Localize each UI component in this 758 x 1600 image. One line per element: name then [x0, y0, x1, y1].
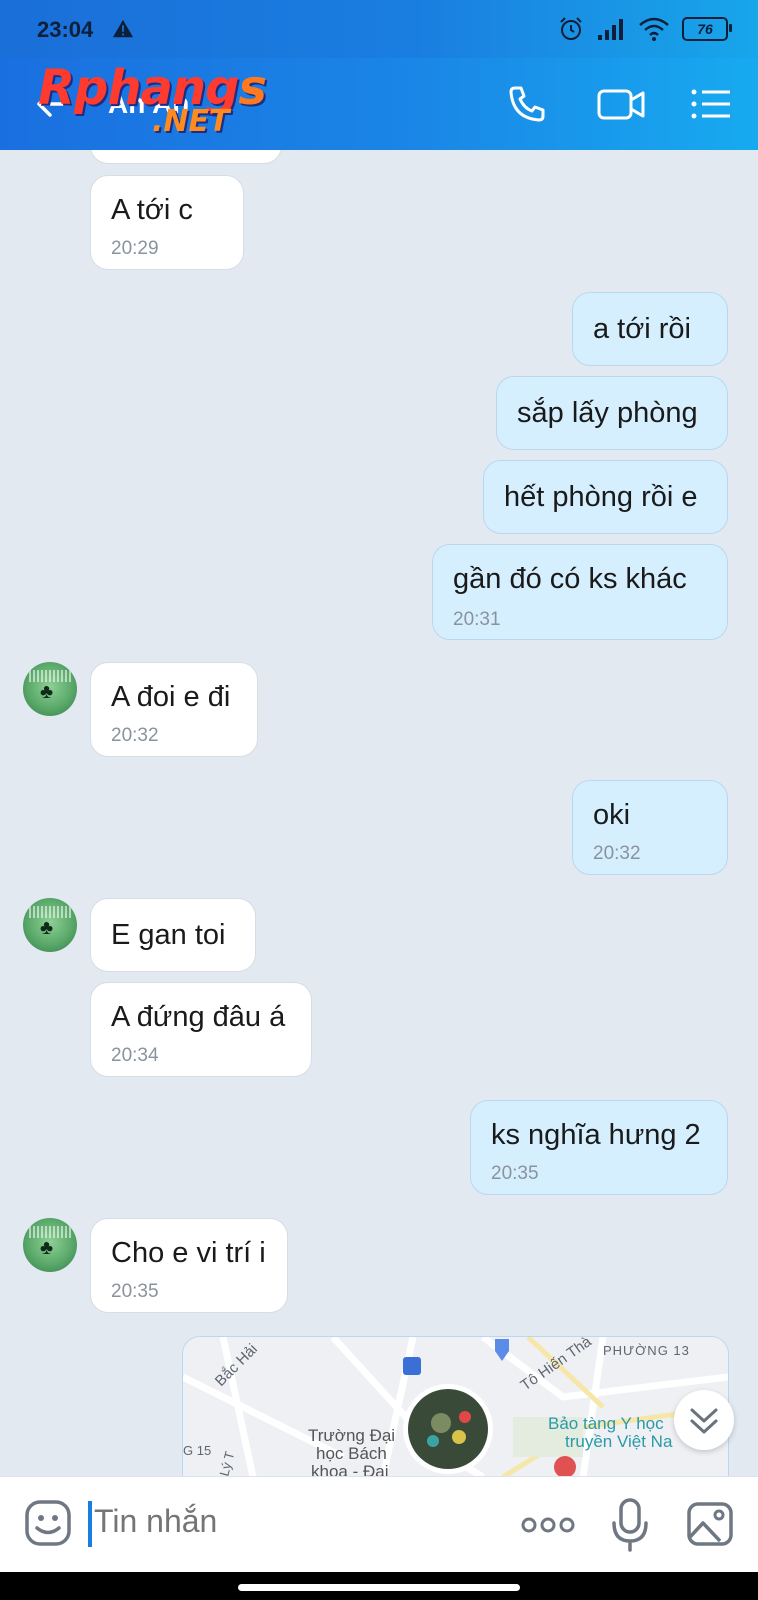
message-text: a tới rồi [593, 313, 691, 345]
message-bubble-outgoing[interactable]: gần đó có ks khác 20:31 [432, 544, 728, 640]
message-bubble-incoming[interactable]: A đoi e đi 20:32 [90, 662, 258, 757]
video-call-icon[interactable] [596, 82, 646, 126]
message-bubble-incoming[interactable]: A tới c 20:29 [90, 175, 244, 270]
message-bubble-outgoing[interactable]: a tới rồi [572, 292, 728, 366]
message-time: 20:35 [491, 1163, 539, 1184]
map-label: Trường Đại [308, 1426, 395, 1445]
system-nav-bar [0, 1572, 758, 1600]
message-time: 20:35 [111, 1281, 159, 1302]
status-bar: 23:04 76 [0, 0, 758, 58]
map-label: học Bách [316, 1444, 387, 1463]
message-input[interactable] [94, 1503, 474, 1540]
watermark-logo: Rphangs .NET [38, 60, 268, 140]
map-label: PHƯỜNG 13 [603, 1343, 690, 1358]
message-text: oki [593, 799, 631, 831]
message-text: E gan toi [111, 919, 226, 951]
message-text: ks nghĩa hưng 2 [491, 1119, 701, 1151]
message-time: 20:32 [593, 843, 641, 864]
status-icons: 76 [558, 14, 732, 44]
message-bubble-outgoing[interactable]: oki 20:32 [572, 780, 728, 875]
emoji-sticker-icon[interactable] [24, 1499, 72, 1547]
warning-icon [112, 19, 134, 38]
message-time: 20:34 [111, 1045, 159, 1066]
message-bubble-incoming[interactable]: Cho e vi trí i 20:35 [90, 1218, 288, 1313]
wifi-icon [639, 17, 669, 41]
map-label: khoa - Đại [311, 1462, 388, 1477]
message-bubble-incoming[interactable]: A đứng đâu á 20:34 [90, 982, 312, 1077]
chat-messages-area[interactable]: A tới c 20:29 a tới rồi sắp lấy phòng hế… [0, 150, 758, 1476]
signal-icon [598, 19, 623, 40]
alarm-icon [560, 17, 582, 40]
message-time: 20:29 [111, 238, 159, 259]
map-label: truyền Việt Na [565, 1432, 673, 1451]
status-time: 23:04 [37, 17, 94, 42]
contact-avatar[interactable]: ♣ [23, 662, 77, 716]
text-cursor [88, 1501, 92, 1547]
home-gesture-bar[interactable] [238, 1584, 520, 1591]
message-text: sắp lấy phòng [517, 397, 698, 429]
menu-list-icon[interactable] [690, 82, 732, 126]
logo-text-s: s [238, 60, 267, 116]
message-bubble-outgoing[interactable]: sắp lấy phòng [496, 376, 728, 450]
message-time: 20:32 [111, 725, 159, 746]
logo-text-net: .NET [152, 104, 230, 139]
map-image: Bắc Hải PHƯỜNG 13 Tô Hiến Thà Trường Đại… [183, 1337, 728, 1477]
message-composer [0, 1476, 758, 1573]
message-text: A đoi e đi [111, 681, 231, 713]
battery-indicator: 76 [682, 17, 732, 41]
image-gallery-icon[interactable] [686, 1501, 734, 1547]
message-bubble-outgoing[interactable]: ks nghĩa hưng 2 20:35 [470, 1100, 728, 1195]
message-text: A đứng đâu á [111, 1001, 286, 1033]
scroll-to-bottom-button[interactable] [674, 1390, 734, 1450]
double-chevron-down-icon [690, 1408, 718, 1434]
map-label: Bảo tàng Y học [548, 1414, 664, 1433]
contact-avatar[interactable]: ♣ [23, 898, 77, 952]
message-text: hết phòng rồi e [504, 481, 698, 513]
message-text: gần đó có ks khác [453, 563, 687, 595]
message-bubble-partial [90, 150, 282, 164]
message-bubble-outgoing[interactable]: hết phòng rồi e [483, 460, 728, 534]
contact-avatar[interactable]: ♣ [23, 1218, 77, 1272]
map-label: G 15 [183, 1443, 211, 1458]
message-time: 20:31 [453, 609, 501, 630]
message-bubble-incoming[interactable]: E gan toi [90, 898, 256, 972]
message-text: A tới c [111, 194, 193, 226]
chat-header: An An Rphangs .NET [0, 58, 758, 150]
microphone-icon[interactable] [610, 1497, 650, 1553]
location-map-card[interactable]: Bắc Hải PHƯỜNG 13 Tô Hiến Thà Trường Đại… [182, 1336, 729, 1478]
phone-icon[interactable] [505, 82, 549, 126]
message-text: Cho e vi trí i [111, 1237, 266, 1269]
more-options-icon[interactable] [520, 1507, 576, 1543]
